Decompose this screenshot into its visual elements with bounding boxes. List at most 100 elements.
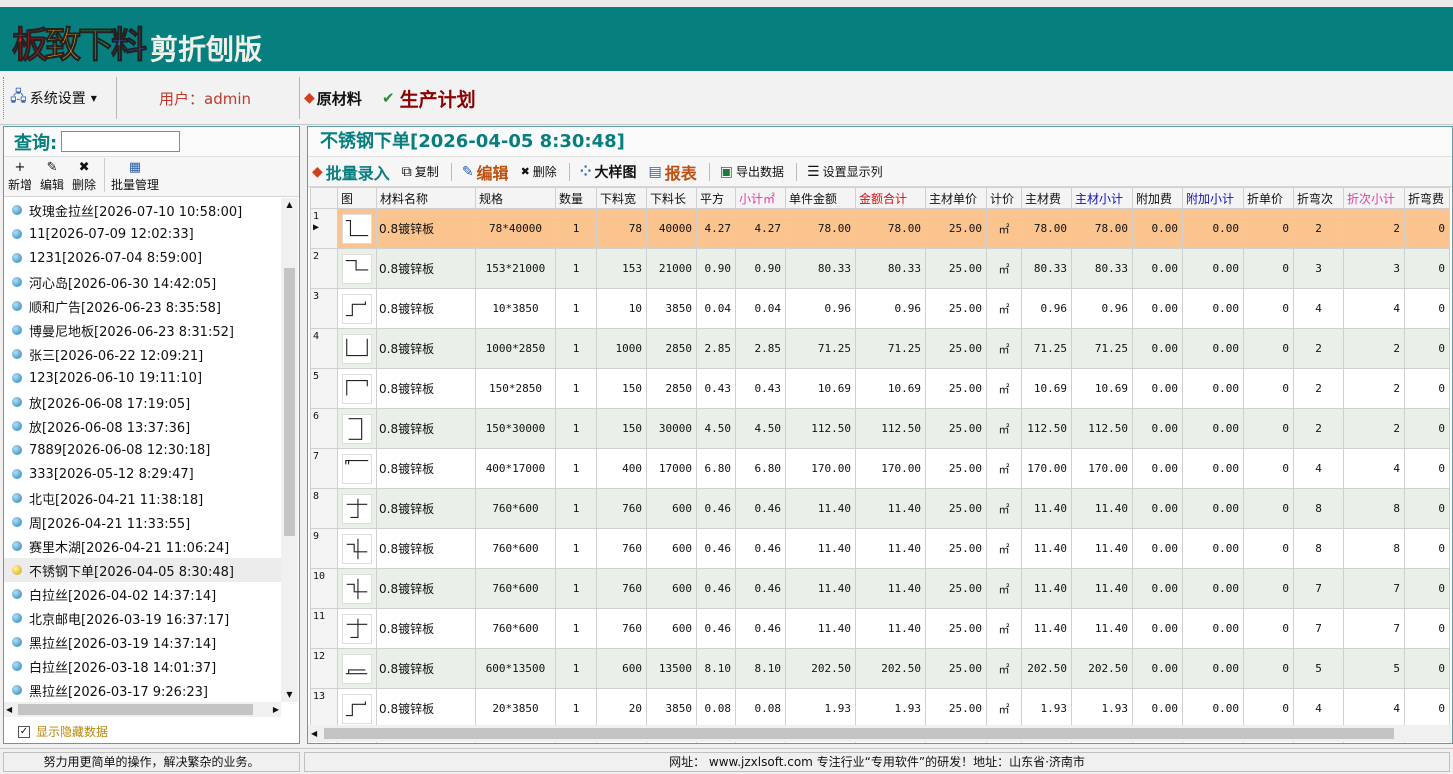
cell-total[interactable]: 0.96 <box>855 288 926 329</box>
cell-total[interactable]: 10.69 <box>855 368 926 409</box>
cell-sqsub[interactable]: 0.90 <box>735 248 786 289</box>
cell-total[interactable]: 202.50 <box>855 648 926 689</box>
cell-extrasub[interactable]: 0.00 <box>1182 248 1244 289</box>
order-list-item[interactable]: 河心岛[2026-06-30 14:42:05] <box>4 270 281 294</box>
cell-extra[interactable]: 0.00 <box>1132 408 1183 449</box>
cell-bendsub[interactable]: 7 <box>1343 568 1405 609</box>
cell-bendfee[interactable]: 0 <box>1404 568 1450 609</box>
cell-extra[interactable]: 0.00 <box>1132 488 1183 529</box>
drawing-cell[interactable] <box>337 208 377 249</box>
cell-bendprice[interactable]: 0 <box>1243 248 1294 289</box>
cell-bendfee[interactable]: 0 <box>1404 528 1450 569</box>
order-list-item[interactable]: 333[2026-05-12 8:29:47] <box>4 462 281 486</box>
cell-unit[interactable]: 202.50 <box>785 648 856 689</box>
column-settings-button[interactable]: ☰ 设置显示列 <box>807 163 883 180</box>
column-header[interactable]: 折弯费 <box>1404 187 1450 209</box>
cell-price[interactable]: 25.00 <box>925 368 987 409</box>
cell-extra[interactable]: 0.00 <box>1132 328 1183 369</box>
cell-bendsub[interactable]: 5 <box>1343 648 1405 689</box>
cell-sq[interactable]: 4.50 <box>696 408 736 449</box>
edit-button[interactable]: ✎ 编辑 <box>40 160 64 193</box>
cell-sqsub[interactable]: 6.80 <box>735 448 786 489</box>
cell-mainsub[interactable]: 202.50 <box>1071 648 1133 689</box>
scroll-right-icon[interactable]: ▶ <box>273 702 279 717</box>
cell-name[interactable]: 0.8镀锌板 <box>376 328 476 369</box>
cell-bendprice[interactable]: 0 <box>1243 608 1294 649</box>
cell-mainsub[interactable]: 11.40 <box>1071 608 1133 649</box>
cell-sq[interactable]: 0.90 <box>696 248 736 289</box>
order-list-item[interactable]: 黑拉丝[2026-03-19 14:37:14] <box>4 630 281 654</box>
cell-mainsub[interactable]: 80.33 <box>1071 248 1133 289</box>
order-list-item[interactable]: 北京邮电[2026-03-19 16:37:17] <box>4 606 281 630</box>
cell-bends[interactable]: 4 <box>1293 448 1344 489</box>
cell-bendsub[interactable]: 4 <box>1343 288 1405 329</box>
cell-bendfee[interactable]: 0 <box>1404 688 1450 729</box>
cell-price[interactable]: 25.00 <box>925 528 987 569</box>
row-index[interactable]: 13 <box>310 688 338 729</box>
table-row[interactable]: 1 ▶ 0.8镀锌板 78*40000 1 78 40000 4.27 4.27 78.00 78.… <box>310 208 1450 249</box>
cell-bendprice[interactable]: 0 <box>1243 648 1294 689</box>
cell-total[interactable]: 112.50 <box>855 408 926 449</box>
cell-main[interactable]: 11.40 <box>1021 488 1072 529</box>
production-plan-menu[interactable]: ✔ 生产计划 <box>382 71 476 125</box>
row-index[interactable]: 2 <box>310 248 338 289</box>
cell-main[interactable]: 170.00 <box>1021 448 1072 489</box>
cell-l[interactable]: 600 <box>646 608 697 649</box>
column-header[interactable]: 附加费 <box>1132 187 1183 209</box>
cell-l[interactable]: 17000 <box>646 448 697 489</box>
cell-bendfee[interactable]: 0 <box>1404 648 1450 689</box>
column-header[interactable] <box>310 187 338 209</box>
column-header[interactable]: 图 <box>337 187 377 209</box>
cell-unit[interactable]: 1.93 <box>785 688 856 729</box>
cell-bends[interactable]: 2 <box>1293 328 1344 369</box>
report-button[interactable]: ▤ 报表 <box>649 160 697 184</box>
table-scroll-left-icon[interactable]: ◀ <box>311 725 317 742</box>
cell-name[interactable]: 0.8镀锌板 <box>376 648 476 689</box>
cell-total[interactable]: 80.33 <box>855 248 926 289</box>
cell-mainsub[interactable]: 78.00 <box>1071 208 1133 249</box>
cell-name[interactable]: 0.8镀锌板 <box>376 408 476 449</box>
cell-bendprice[interactable]: 0 <box>1243 488 1294 529</box>
cell-bends[interactable]: 5 <box>1293 648 1344 689</box>
cell-main[interactable]: 11.40 <box>1021 568 1072 609</box>
cell-sq[interactable]: 0.04 <box>696 288 736 329</box>
cell-total[interactable]: 78.00 <box>855 208 926 249</box>
cell-total[interactable]: 11.40 <box>855 528 926 569</box>
cell-extrasub[interactable]: 0.00 <box>1182 368 1244 409</box>
table-row[interactable]: 7 0.8镀锌板 400*17000 1 400 17000 6.80 6.80 170.00 1… <box>310 448 1450 489</box>
cell-bendprice[interactable]: 0 <box>1243 528 1294 569</box>
column-header[interactable]: 小计㎡ <box>735 187 786 209</box>
cell-name[interactable]: 0.8镀锌板 <box>376 208 476 249</box>
cell-price[interactable]: 25.00 <box>925 208 987 249</box>
cell-price[interactable]: 25.00 <box>925 448 987 489</box>
delete-button[interactable]: ✖ 删除 <box>72 160 96 193</box>
cell-unit[interactable]: 80.33 <box>785 248 856 289</box>
cell-w[interactable]: 760 <box>596 568 647 609</box>
cell-bendsub[interactable]: 4 <box>1343 448 1405 489</box>
cell-qty[interactable]: 1 <box>555 368 597 409</box>
cell-qty[interactable]: 1 <box>555 448 597 489</box>
cell-spec[interactable]: 153*21000 <box>475 248 556 289</box>
cell-extra[interactable]: 0.00 <box>1132 528 1183 569</box>
column-header[interactable]: 折弯次 <box>1293 187 1344 209</box>
cell-spec[interactable]: 760*600 <box>475 488 556 529</box>
cell-w[interactable]: 150 <box>596 368 647 409</box>
cell-mainsub[interactable]: 11.40 <box>1071 488 1133 529</box>
cell-qty[interactable]: 1 <box>555 608 597 649</box>
cell-calc[interactable]: ㎡ <box>986 608 1022 649</box>
cell-sqsub[interactable]: 0.46 <box>735 608 786 649</box>
cell-bends[interactable]: 3 <box>1293 248 1344 289</box>
cell-l[interactable]: 2850 <box>646 328 697 369</box>
cell-price[interactable]: 25.00 <box>925 688 987 729</box>
cell-calc[interactable]: ㎡ <box>986 448 1022 489</box>
cell-calc[interactable]: ㎡ <box>986 688 1022 729</box>
drawing-cell[interactable] <box>337 608 377 649</box>
cell-bends[interactable]: 2 <box>1293 208 1344 249</box>
cell-qty[interactable]: 1 <box>555 688 597 729</box>
cell-bendfee[interactable]: 0 <box>1404 408 1450 449</box>
cell-mainsub[interactable]: 112.50 <box>1071 408 1133 449</box>
cell-spec[interactable]: 760*600 <box>475 568 556 609</box>
cell-sqsub[interactable]: 2.85 <box>735 328 786 369</box>
cell-bends[interactable]: 8 <box>1293 488 1344 529</box>
cell-main[interactable]: 11.40 <box>1021 528 1072 569</box>
